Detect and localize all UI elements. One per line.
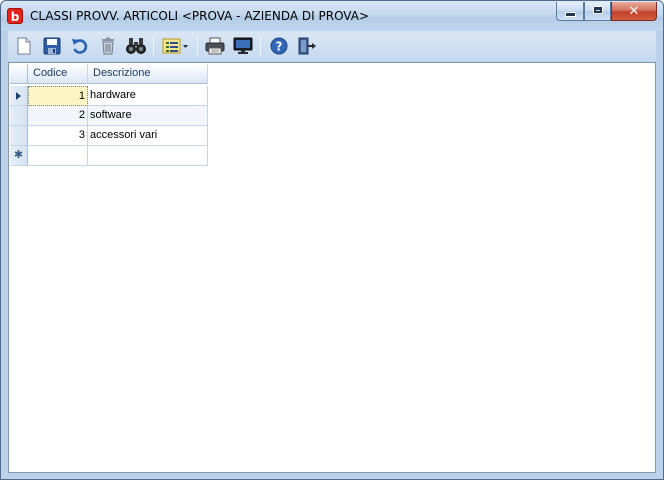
floppy-save-icon: [43, 37, 61, 55]
window-title: CLASSI PROVV. ARTICOLI <PROVA - AZIENDA …: [30, 9, 370, 23]
exit-door-icon: [298, 37, 316, 55]
printer-icon: [205, 37, 225, 55]
help-icon: ?: [270, 37, 288, 55]
column-header-codice[interactable]: Codice: [28, 64, 88, 84]
close-icon: ✕: [628, 3, 640, 18]
new-document-icon: [17, 37, 31, 55]
row-selector[interactable]: [10, 106, 28, 126]
view-options-button[interactable]: [161, 35, 191, 57]
close-button[interactable]: ✕: [611, 2, 657, 21]
toolbar-separator: [153, 36, 154, 56]
trash-icon: [102, 37, 114, 55]
title-bar[interactable]: b CLASSI PROVV. ARTICOLI <PROVA - AZIEND…: [1, 1, 663, 31]
table-row[interactable]: 1 hardware: [10, 86, 208, 106]
new-row-star-icon: ✱: [13, 149, 24, 161]
binoculars-icon: [126, 38, 146, 54]
cell-descrizione[interactable]: hardware: [88, 86, 208, 106]
table-row[interactable]: 2 software: [10, 106, 208, 126]
help-glyph: ?: [276, 40, 283, 54]
cell-codice[interactable]: 1: [28, 86, 88, 106]
app-logo-icon[interactable]: b: [7, 8, 23, 24]
new-row[interactable]: ✱: [10, 146, 208, 166]
exit-button[interactable]: [296, 35, 318, 57]
row-selector[interactable]: [10, 86, 28, 106]
grid-corner-header[interactable]: [10, 64, 28, 84]
application-window: b CLASSI PROVV. ARTICOLI <PROVA - AZIEND…: [0, 0, 664, 480]
current-row-arrow-icon: [16, 92, 21, 100]
cell-codice[interactable]: 3: [28, 126, 88, 146]
cell-codice[interactable]: 2: [28, 106, 88, 126]
monitor-icon: [233, 37, 253, 54]
maximize-icon: [592, 6, 603, 14]
toolbar: ?: [8, 31, 656, 61]
cell-descrizione[interactable]: accessori vari: [88, 126, 208, 146]
toolbar-separator: [197, 36, 198, 56]
preview-button[interactable]: [232, 35, 254, 57]
maximize-button[interactable]: [584, 2, 611, 21]
toolbar-separator: [260, 36, 261, 56]
row-selector[interactable]: [10, 126, 28, 146]
column-header-descrizione[interactable]: Descrizione: [88, 64, 208, 84]
save-button[interactable]: [41, 35, 63, 57]
undo-arrow-icon: [72, 39, 88, 54]
minimize-button[interactable]: [556, 2, 584, 21]
window-bottom-border: [8, 473, 656, 479]
delete-button[interactable]: [97, 35, 119, 57]
help-button[interactable]: ?: [268, 35, 290, 57]
print-button[interactable]: [204, 35, 226, 57]
row-selector[interactable]: ✱: [10, 146, 28, 166]
grid-header-row: Codice Descrizione: [10, 64, 208, 84]
cell-descrizione-new[interactable]: [88, 146, 208, 166]
new-button[interactable]: [13, 35, 35, 57]
content-area: Codice Descrizione 1 hardware 2 software…: [8, 62, 656, 473]
cell-codice-new[interactable]: [28, 146, 88, 166]
undo-button[interactable]: [69, 35, 91, 57]
minimize-icon: [564, 12, 576, 17]
cell-descrizione[interactable]: software: [88, 106, 208, 126]
list-dropdown-icon: [162, 38, 188, 54]
table-row[interactable]: 3 accessori vari: [10, 126, 208, 146]
find-button[interactable]: [125, 35, 147, 57]
